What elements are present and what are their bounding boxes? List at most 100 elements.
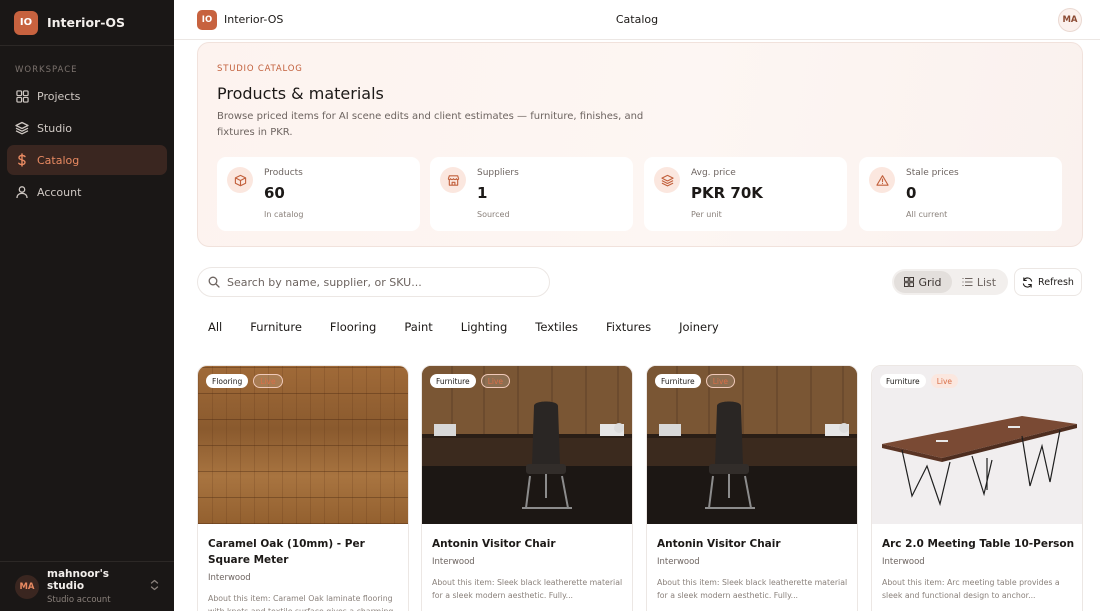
stat-label: Stale prices: [906, 168, 959, 178]
sidebar-item-projects[interactable]: Projects: [7, 81, 167, 111]
store-icon: [440, 167, 466, 193]
sidebar-item-label: Account: [37, 185, 82, 199]
product-supplier: Interwood: [208, 573, 251, 583]
status-badge: Live: [705, 374, 736, 388]
user-avatar-button[interactable]: MA: [1058, 8, 1082, 32]
box-icon: [227, 167, 253, 193]
product-title: Arc 2.0 Meeting Table 10-Person: [882, 538, 1075, 550]
hero-eyebrow: STUDIO CATALOG: [217, 64, 303, 74]
stat-avg-price: Avg. price PKR 70K Per unit: [644, 157, 847, 231]
refresh-icon: [1022, 276, 1033, 288]
stat-label: Avg. price: [691, 168, 736, 178]
product-title: Antonin Visitor Chair: [657, 538, 781, 550]
grid-icon: [904, 277, 915, 287]
tab-joinery[interactable]: Joinery: [679, 320, 719, 334]
stat-value: 60: [264, 184, 285, 202]
app-name: Interior-OS: [47, 15, 126, 30]
sidebar-item-studio[interactable]: Studio: [7, 113, 167, 143]
search-box: [197, 267, 550, 297]
tab-lighting[interactable]: Lighting: [461, 320, 507, 334]
topbar: IO Interior-OS Catalog MA: [174, 0, 1100, 40]
dollar-icon: [15, 153, 29, 167]
stat-sub: Per unit: [691, 210, 722, 219]
stat-sub: All current: [906, 210, 948, 219]
stat-products: Products 60 In catalog: [217, 157, 420, 231]
list-view-button[interactable]: List: [952, 271, 1006, 293]
stat-value: 1: [477, 184, 488, 202]
sidebar-item-label: Studio: [37, 121, 73, 135]
category-badge: Furniture: [430, 374, 476, 388]
tab-paint[interactable]: Paint: [404, 320, 432, 334]
product-image: [872, 366, 1082, 524]
refresh-button[interactable]: Refresh: [1014, 268, 1082, 296]
status-badge: Live: [480, 374, 511, 388]
product-card[interactable]: Furniture Live Antonin Visitor Chair Int…: [646, 365, 858, 611]
topbar-logo[interactable]: IO: [197, 10, 217, 30]
product-about: About this item: Caramel Oak laminate fl…: [208, 594, 401, 611]
topbar-app-name: Interior-OS: [224, 13, 284, 26]
tab-furniture[interactable]: Furniture: [250, 320, 302, 334]
hero-title: Products & materials: [217, 84, 384, 103]
app-logo: IO: [14, 10, 38, 35]
stat-label: Suppliers: [477, 168, 519, 178]
status-badge: Live: [930, 374, 959, 388]
layers-icon: [15, 121, 29, 135]
tab-textiles[interactable]: Textiles: [535, 320, 578, 334]
product-about: About this item: Arc meeting table provi…: [882, 578, 1060, 600]
refresh-label: Refresh: [1038, 276, 1074, 288]
stat-sub: Sourced: [477, 210, 510, 219]
account-switcher[interactable]: MA mahnoor's studio Studio account: [0, 561, 174, 611]
product-image: [647, 366, 857, 524]
tab-flooring[interactable]: Flooring: [330, 320, 376, 334]
view-toggle: Grid List: [892, 269, 1008, 295]
product-supplier: Interwood: [657, 557, 700, 567]
product-card[interactable]: Furniture Live Arc 2.0 Meeting Table 10-…: [871, 365, 1083, 611]
tab-fixtures[interactable]: Fixtures: [606, 320, 651, 334]
user-icon: [15, 185, 29, 199]
product-image: [198, 366, 408, 524]
product-supplier: Interwood: [882, 557, 925, 567]
user-role: Studio account: [47, 595, 111, 605]
search-icon: [207, 275, 221, 289]
avatar: MA: [15, 574, 39, 599]
category-badge: Flooring: [206, 374, 249, 388]
sidebar-item-label: Catalog: [37, 153, 80, 167]
hero-description: Browse priced items for AI scene edits a…: [217, 111, 644, 138]
list-view-label: List: [976, 275, 997, 289]
layers-icon: [654, 167, 680, 193]
sidebar-section-label: WORKSPACE: [15, 65, 78, 75]
product-badges: Furniture Live: [880, 374, 959, 388]
grid-view-button[interactable]: Grid: [894, 271, 952, 293]
user-info: mahnoor's studio Studio account: [47, 568, 148, 605]
product-badges: Furniture Live: [655, 374, 736, 388]
sidebar-item-account[interactable]: Account: [7, 177, 167, 207]
product-card[interactable]: Furniture Live Antonin Visitor Chair Int…: [421, 365, 633, 611]
stat-value: 0: [906, 184, 917, 202]
page-title: Catalog: [615, 13, 659, 26]
sidebar-item-label: Projects: [37, 89, 81, 103]
category-badge: Furniture: [655, 374, 701, 388]
product-badges: Furniture Live: [430, 374, 511, 388]
product-title: Antonin Visitor Chair: [432, 538, 556, 550]
stat-suppliers: Suppliers 1 Sourced: [430, 157, 633, 231]
sidebar-brand[interactable]: IO Interior-OS: [0, 0, 174, 46]
tab-all[interactable]: All: [208, 320, 222, 334]
grid-icon: [15, 89, 29, 103]
product-card[interactable]: Flooring Live Caramel Oak (10mm) - Per S…: [197, 365, 409, 611]
sidebar-item-catalog[interactable]: Catalog: [7, 145, 167, 175]
stat-sub: In catalog: [264, 210, 304, 219]
warning-icon: [869, 167, 895, 193]
grid-view-label: Grid: [918, 275, 942, 289]
user-name: mahnoor's studio: [47, 568, 110, 592]
product-about: About this item: Sleek black leatherette…: [432, 578, 623, 600]
product-title: Caramel Oak (10mm) - Per Square Meter: [208, 538, 365, 566]
list-icon: [962, 277, 973, 287]
product-badges: Flooring Live: [206, 374, 283, 388]
search-input[interactable]: [227, 275, 527, 289]
category-badge: Furniture: [880, 374, 926, 388]
chevron-up-down-icon: [148, 579, 160, 594]
catalog-hero: STUDIO CATALOG Products & materials Brow…: [197, 42, 1083, 247]
sidebar: IO Interior-OS WORKSPACE Projects Studio…: [0, 0, 174, 611]
product-about: About this item: Sleek black leatherette…: [657, 578, 848, 600]
product-image: [422, 366, 632, 524]
